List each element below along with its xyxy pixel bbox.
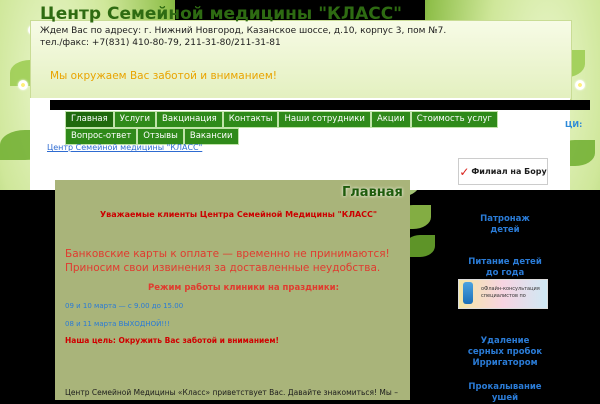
sidebar-link-line: Ирригатором — [472, 358, 538, 368]
nav-item-staff[interactable]: Наши сотрудники — [278, 111, 371, 128]
main-nav: Главная Услуги Вакцинация Контакты Наши … — [65, 111, 535, 145]
nav-item-contacts[interactable]: Контакты — [222, 111, 279, 128]
nav-item-prices[interactable]: Стоимость услуг — [410, 111, 498, 128]
card-payment-notice: Банковские карты к оплате — временно не … — [65, 248, 390, 260]
notice-heading: Уважаемые клиенты Центра Семейной Медици… — [100, 210, 378, 219]
schedule-line: 09 и 10 марта — с 9.00 до 15.00 — [65, 302, 184, 310]
goal-text: Наша цель: Окружить Вас заботой и вниман… — [65, 336, 279, 345]
sidebar-link-line: Прокалывание — [468, 382, 542, 392]
sidebar-link-earwax[interactable]: Удаление серных пробок Ирригатором — [458, 336, 552, 369]
header-slogan: Мы окружаем Вас заботой и вниманием! — [50, 70, 277, 82]
apology-notice: Приносим свои извинения за доставленные … — [65, 262, 381, 274]
baby-bottle-icon — [463, 282, 473, 304]
consultation-banner[interactable]: оФлайн-консультация специалистов по — [458, 279, 548, 309]
nav-item-home[interactable]: Главная — [65, 111, 114, 128]
sidebar-link-line: Питание детей — [468, 257, 542, 267]
banner-text: специалистов по — [481, 293, 526, 299]
page-title: Главная — [342, 185, 403, 200]
site-title[interactable]: Центр Семейной медицины "КЛАСС" — [40, 4, 402, 24]
filial-banner[interactable]: ✓ Филиал на Бору — [458, 158, 548, 185]
nav-item-services[interactable]: Услуги — [113, 111, 157, 128]
sidebar-link-line: Патронаж — [480, 214, 530, 224]
checkmark-icon: ✓ — [459, 164, 470, 179]
sidebar-link-line: серных пробок — [467, 347, 543, 357]
schedule-line: 08 и 11 марта ВЫХОДНОЙ!!! — [65, 320, 170, 328]
holiday-schedule-heading: Режим работы клиники на праздники: — [148, 283, 339, 293]
sidebar-link-patronage[interactable]: Патронаж детей — [470, 214, 540, 236]
sidebar-link-line: Удаление — [480, 336, 530, 346]
banner-text: оФлайн-консультация — [481, 286, 540, 292]
breadcrumb[interactable]: Центр Семейной медицины "КЛАСС" — [47, 143, 202, 152]
nav-item-promotions[interactable]: Акции — [370, 111, 411, 128]
nav-divider — [50, 100, 590, 110]
filial-banner-label: Филиал на Бору — [471, 167, 547, 176]
flower-decoration — [18, 80, 28, 90]
sidebar-link-ear-piercing[interactable]: Прокалывание ушей — [458, 382, 552, 404]
nav-item-vaccination[interactable]: Вакцинация — [156, 111, 223, 128]
nav-overflow-text: ЦИ: — [565, 120, 583, 129]
sidebar-link-nutrition[interactable]: Питание детей до года — [458, 257, 552, 279]
header-phone: тел./факс: +7(831) 410-80-79, 211-31-80/… — [40, 38, 281, 48]
sidebar-link-line: детей — [490, 225, 520, 235]
sidebar-link-line: ушей — [491, 393, 519, 403]
flower-decoration — [575, 80, 585, 90]
welcome-text: Центр Семейной Медицины «Класс» приветст… — [65, 388, 398, 397]
sidebar-link-line: до года — [485, 268, 525, 278]
header-address: Ждем Вас по адресу: г. Нижний Новгород, … — [40, 26, 447, 36]
